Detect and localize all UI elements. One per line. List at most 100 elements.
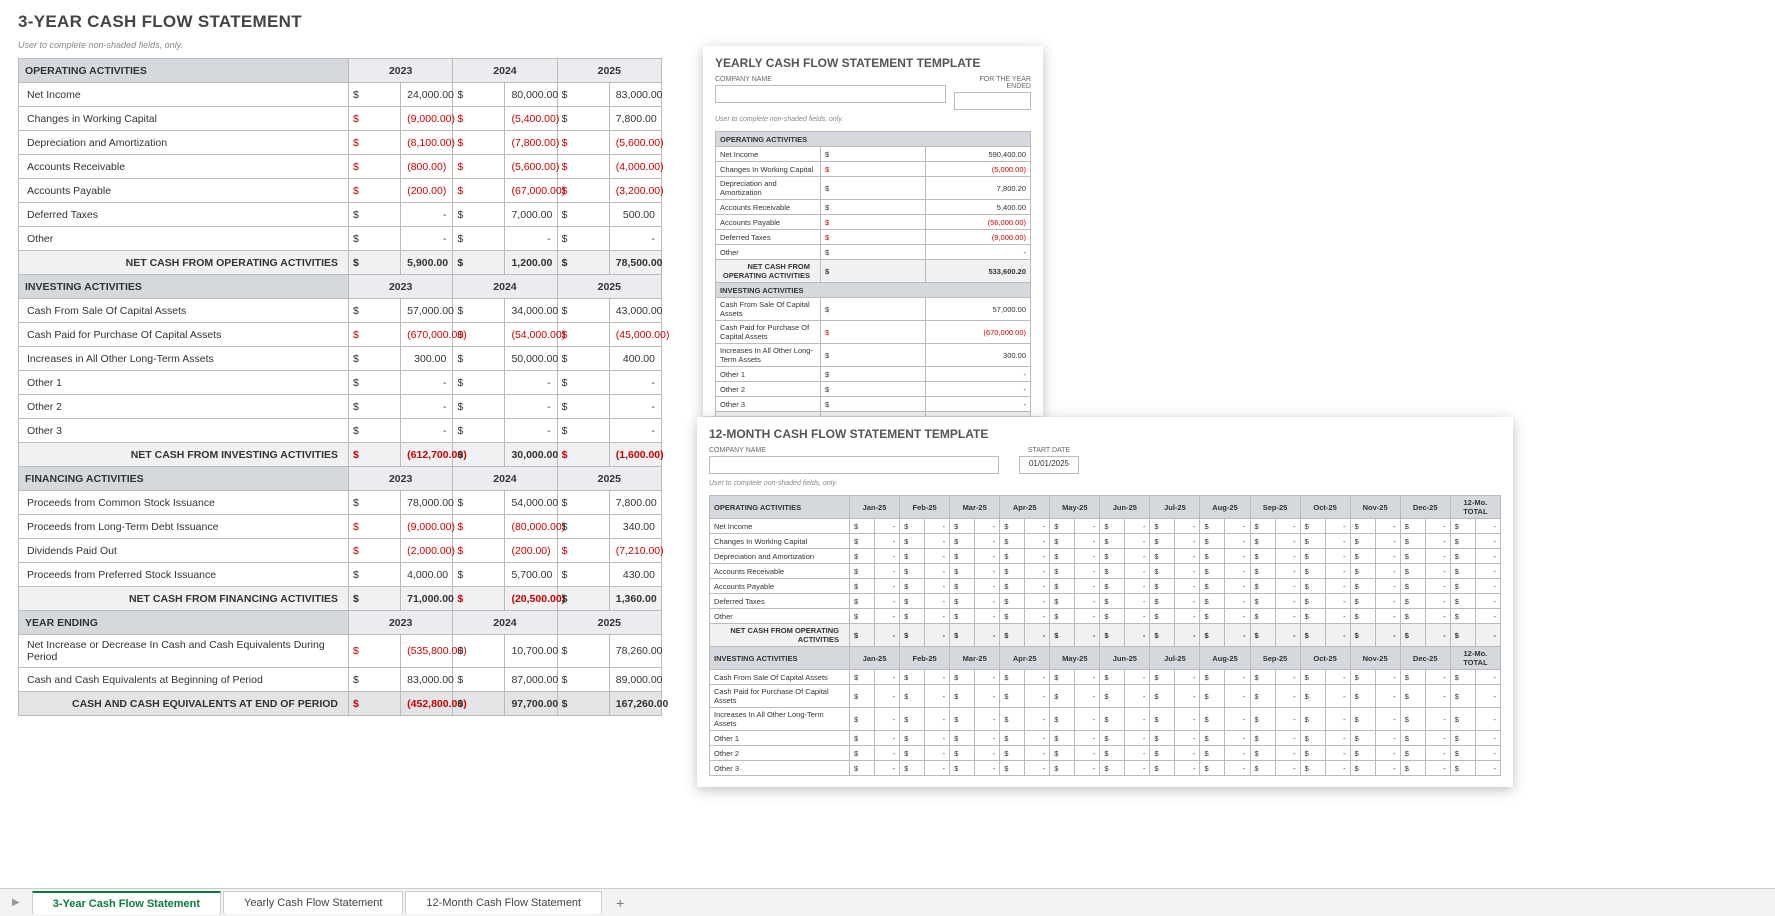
cell-value[interactable]: 4,000.00	[401, 563, 453, 587]
cell-value[interactable]: -	[875, 594, 900, 609]
cell-value[interactable]: -	[1125, 534, 1150, 549]
cell-value[interactable]: -	[1375, 519, 1400, 534]
tab-add[interactable]: +	[604, 891, 636, 915]
cell-value[interactable]: -	[1125, 761, 1150, 776]
cell-value[interactable]: -	[1025, 670, 1050, 685]
cell-value[interactable]: -	[875, 761, 900, 776]
cell-value[interactable]: -	[1475, 519, 1500, 534]
cell-value[interactable]: -	[1325, 746, 1350, 761]
cell-value[interactable]: -	[1075, 685, 1100, 708]
cell-value[interactable]: -	[926, 367, 1031, 382]
cell-value[interactable]: -	[1125, 519, 1150, 534]
cell-value[interactable]: 7,800.20	[926, 177, 1031, 200]
cell-value[interactable]: -	[1125, 746, 1150, 761]
year-ended-input[interactable]	[954, 92, 1031, 110]
cell-value[interactable]: 430.00	[609, 563, 661, 587]
cell-value[interactable]: -	[1175, 685, 1200, 708]
cell-value[interactable]: -	[1275, 685, 1300, 708]
cell-value[interactable]: -	[1075, 534, 1100, 549]
cell-value[interactable]: -	[401, 203, 453, 227]
cell-value[interactable]: 54,000.00	[505, 491, 557, 515]
tab-nav-icon[interactable]: ▶	[12, 897, 20, 908]
cell-value[interactable]: -	[1225, 761, 1250, 776]
cell-value[interactable]: -	[1075, 549, 1100, 564]
cell-value[interactable]: -	[925, 549, 950, 564]
cell-value[interactable]: -	[1275, 534, 1300, 549]
cell-value[interactable]: 300.00	[401, 347, 453, 371]
cell-value[interactable]: -	[975, 549, 1000, 564]
cell-value[interactable]: (670,000.00)	[926, 321, 1031, 344]
cell-value[interactable]: -	[1025, 594, 1050, 609]
cell-value[interactable]: -	[401, 371, 453, 395]
cell-value[interactable]: -	[1075, 731, 1100, 746]
cell-value[interactable]: -	[1475, 685, 1500, 708]
cell-value[interactable]: -	[926, 245, 1031, 260]
cell-value[interactable]: -	[1425, 746, 1450, 761]
cell-value[interactable]: -	[925, 670, 950, 685]
cell-value[interactable]: -	[975, 564, 1000, 579]
company-name-input[interactable]	[715, 85, 946, 103]
cell-value[interactable]: -	[505, 395, 557, 419]
cell-value[interactable]: (200.00)	[505, 539, 557, 563]
cell-value[interactable]: -	[1475, 549, 1500, 564]
cell-value[interactable]: -	[1075, 564, 1100, 579]
cell-value[interactable]: (3,200.00)	[609, 179, 661, 203]
cell-value[interactable]: 78,000.00	[401, 491, 453, 515]
cell-value[interactable]: -	[1175, 746, 1200, 761]
cell-value[interactable]: -	[925, 519, 950, 534]
cell-value[interactable]: -	[1475, 564, 1500, 579]
cell-value[interactable]: -	[1325, 708, 1350, 731]
cell-value[interactable]: -	[401, 395, 453, 419]
cell-value[interactable]: -	[1475, 670, 1500, 685]
cell-value[interactable]: -	[1225, 519, 1250, 534]
cell-value[interactable]: -	[1175, 761, 1200, 776]
cell-value[interactable]: -	[925, 579, 950, 594]
cell-value[interactable]: 83,000.00	[401, 668, 453, 692]
cell-value[interactable]: 87,000.00	[505, 668, 557, 692]
cell-value[interactable]: -	[1475, 534, 1500, 549]
cell-value[interactable]: -	[1425, 685, 1450, 708]
cell-value[interactable]: -	[1025, 549, 1050, 564]
cell-value[interactable]: -	[1175, 708, 1200, 731]
cell-value[interactable]: -	[925, 594, 950, 609]
cell-value[interactable]: -	[1325, 594, 1350, 609]
cell-value[interactable]: -	[1475, 746, 1500, 761]
cell-value[interactable]: -	[1375, 685, 1400, 708]
cell-value[interactable]: -	[1375, 761, 1400, 776]
cell-value[interactable]: (4,000.00)	[609, 155, 661, 179]
cell-value[interactable]: -	[1425, 670, 1450, 685]
cell-value[interactable]: -	[875, 708, 900, 731]
cell-value[interactable]: -	[401, 419, 453, 443]
cell-value[interactable]: -	[1225, 549, 1250, 564]
cell-value[interactable]: -	[1225, 670, 1250, 685]
start-date-input[interactable]: 01/01/2025	[1019, 456, 1079, 474]
cell-value[interactable]: (7,210.00)	[609, 539, 661, 563]
cell-value[interactable]: -	[875, 564, 900, 579]
cell-value[interactable]: -	[609, 395, 661, 419]
cell-value[interactable]: -	[505, 227, 557, 251]
cell-value[interactable]: 5,400.00	[926, 200, 1031, 215]
cell-value[interactable]: -	[1275, 549, 1300, 564]
cell-value[interactable]: -	[1325, 519, 1350, 534]
cell-value[interactable]: -	[1175, 579, 1200, 594]
cell-value[interactable]: 7,000.00	[505, 203, 557, 227]
cell-value[interactable]: 83,000.00	[609, 83, 661, 107]
cell-value[interactable]: -	[1475, 594, 1500, 609]
cell-value[interactable]: (5,000.00)	[926, 162, 1031, 177]
cell-value[interactable]: -	[1075, 746, 1100, 761]
cell-value[interactable]: 590,400.00	[926, 147, 1031, 162]
cell-value[interactable]: -	[1025, 564, 1050, 579]
cell-value[interactable]: -	[1275, 670, 1300, 685]
cell-value[interactable]: -	[1225, 609, 1250, 624]
cell-value[interactable]: (670,000.00)	[401, 323, 453, 347]
cell-value[interactable]: -	[1175, 594, 1200, 609]
cell-value[interactable]: -	[1325, 670, 1350, 685]
cell-value[interactable]: (67,000.00)	[505, 179, 557, 203]
cell-value[interactable]: 57,000.00	[401, 299, 453, 323]
cell-value[interactable]: -	[1375, 594, 1400, 609]
cell-value[interactable]: -	[1025, 731, 1050, 746]
cell-value[interactable]: -	[1025, 685, 1050, 708]
cell-value[interactable]: -	[1475, 609, 1500, 624]
cell-value[interactable]: -	[1225, 594, 1250, 609]
cell-value[interactable]: -	[1025, 534, 1050, 549]
